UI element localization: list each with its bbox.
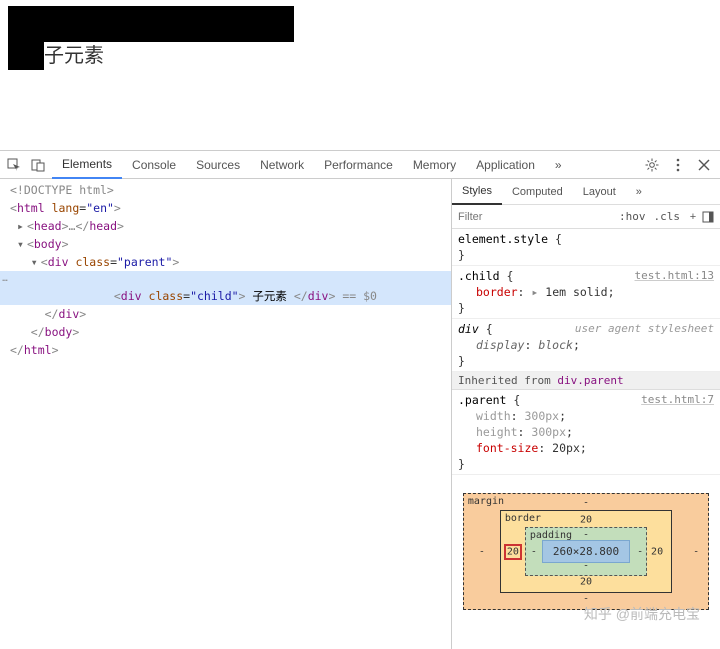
dom-line[interactable]: ▾<div class="parent"> bbox=[0, 253, 451, 271]
source-link[interactable]: test.html:13 bbox=[635, 268, 714, 284]
toggle-panel-icon[interactable] bbox=[702, 211, 720, 223]
styles-tab-layout[interactable]: Layout bbox=[573, 179, 626, 204]
caret-right-icon[interactable]: ▸ bbox=[17, 218, 27, 234]
devtools-main-tabs: Elements Console Sources Network Perform… bbox=[52, 151, 638, 178]
styles-sidebar: Styles Computed Layout » :hov .cls + ele… bbox=[452, 179, 720, 649]
caret-down-icon[interactable]: ▾ bbox=[31, 254, 41, 270]
dom-line[interactable]: </body> bbox=[0, 323, 451, 341]
styles-tab-styles[interactable]: Styles bbox=[452, 180, 502, 205]
styles-tab-more[interactable]: » bbox=[626, 179, 652, 204]
tab-network[interactable]: Network bbox=[250, 151, 314, 178]
tab-application[interactable]: Application bbox=[466, 151, 545, 178]
device-toggle-icon[interactable] bbox=[28, 155, 48, 175]
dom-tree-panel[interactable]: <!DOCTYPE html> <html lang="en"> ▸<head>… bbox=[0, 179, 452, 649]
caret-down-icon[interactable]: ▾ bbox=[17, 236, 27, 252]
tab-console[interactable]: Console bbox=[122, 151, 186, 178]
box-model-diagram[interactable]: margin - - - - border 20 20 20 20 paddin… bbox=[452, 475, 720, 628]
gear-icon[interactable] bbox=[642, 155, 662, 175]
rule-parent[interactable]: .parent { test.html:7 width: 300px; heig… bbox=[452, 390, 720, 475]
dom-selected-marker: … bbox=[0, 271, 10, 287]
devtools-panel: Elements Console Sources Network Perform… bbox=[0, 150, 720, 649]
inspect-icon[interactable] bbox=[4, 155, 24, 175]
kebab-icon[interactable] bbox=[668, 155, 688, 175]
devtools-top-right bbox=[642, 155, 716, 175]
devtools-top-bar: Elements Console Sources Network Perform… bbox=[0, 151, 720, 179]
rule-child[interactable]: .child { test.html:13 border: ▸ 1em soli… bbox=[452, 266, 720, 319]
ua-stylesheet-note: user agent stylesheet bbox=[575, 321, 714, 337]
inherited-selector-link[interactable]: div.parent bbox=[557, 374, 623, 387]
rule-ua-div[interactable]: div { user agent stylesheet display: blo… bbox=[452, 319, 720, 372]
demo-child-box: 子元素 bbox=[44, 42, 294, 70]
cls-toggle[interactable]: .cls bbox=[650, 210, 685, 223]
close-icon[interactable] bbox=[694, 155, 714, 175]
tab-sources[interactable]: Sources bbox=[186, 151, 250, 178]
box-padding: padding - - - - 260×28.800 bbox=[525, 527, 647, 576]
demo-parent-box: 子元素 bbox=[8, 6, 294, 70]
styles-filter-input[interactable] bbox=[452, 205, 615, 228]
rendered-page: 子元素 bbox=[0, 0, 720, 150]
watermark-text: 知乎 @前端充电宝 bbox=[584, 604, 700, 624]
highlight-border-left bbox=[504, 544, 522, 560]
styles-filter-row: :hov .cls + bbox=[452, 205, 720, 229]
box-margin: margin - - - - border 20 20 20 20 paddin… bbox=[463, 493, 709, 610]
hov-toggle[interactable]: :hov bbox=[615, 210, 650, 223]
tab-memory[interactable]: Memory bbox=[403, 151, 466, 178]
new-style-rule-icon[interactable]: + bbox=[684, 211, 702, 223]
tab-performance[interactable]: Performance bbox=[314, 151, 403, 178]
dom-line[interactable]: <!DOCTYPE html> bbox=[0, 181, 451, 199]
dom-line[interactable]: ▸<head>…</head> bbox=[0, 217, 451, 235]
tab-elements[interactable]: Elements bbox=[52, 152, 122, 179]
styles-tabs: Styles Computed Layout » bbox=[452, 179, 720, 205]
box-border: border 20 20 20 20 padding - - - - 260×2… bbox=[500, 510, 672, 593]
dom-line[interactable]: </div> bbox=[0, 305, 451, 323]
dom-line[interactable]: <html lang="en"> bbox=[0, 199, 451, 217]
devtools-split: <!DOCTYPE html> <html lang="en"> ▸<head>… bbox=[0, 179, 720, 649]
source-link[interactable]: test.html:7 bbox=[641, 392, 714, 408]
rule-element-style[interactable]: element.style { } bbox=[452, 229, 720, 266]
dom-line[interactable]: </html> bbox=[0, 341, 451, 359]
dom-line-selected[interactable]: … <div class="child"> 子元素 </div> == $0 bbox=[0, 271, 451, 305]
tabs-more[interactable]: » bbox=[545, 151, 572, 178]
styles-tab-computed[interactable]: Computed bbox=[502, 179, 573, 204]
inherited-from-bar: Inherited from div.parent bbox=[452, 372, 720, 390]
dom-line[interactable]: ▾<body> bbox=[0, 235, 451, 253]
